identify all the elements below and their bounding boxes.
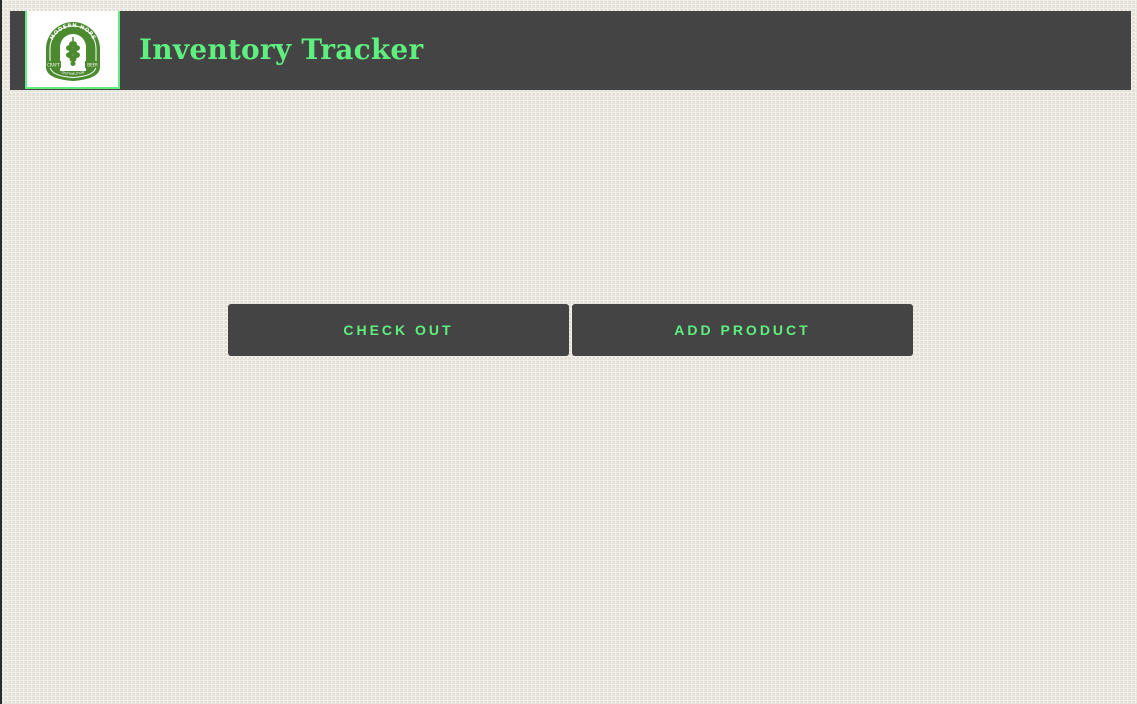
app-header: CRAFT BEER MODERN HOPS DISTRIBUTION Inve… bbox=[10, 11, 1131, 90]
brand-logo[interactable]: CRAFT BEER MODERN HOPS DISTRIBUTION bbox=[25, 11, 120, 89]
check-out-button[interactable]: CHECK OUT bbox=[228, 304, 569, 356]
action-buttons: CHECK OUT ADD PRODUCT bbox=[228, 304, 913, 356]
logo-craft-text: CRAFT bbox=[47, 63, 60, 68]
hop-badge-icon: CRAFT BEER MODERN HOPS DISTRIBUTION bbox=[45, 22, 100, 81]
page-title: Inventory Tracker bbox=[139, 33, 424, 66]
left-edge-rule bbox=[0, 0, 2, 704]
add-product-button[interactable]: ADD PRODUCT bbox=[572, 304, 913, 356]
logo-beer-text: BEER bbox=[87, 63, 98, 68]
